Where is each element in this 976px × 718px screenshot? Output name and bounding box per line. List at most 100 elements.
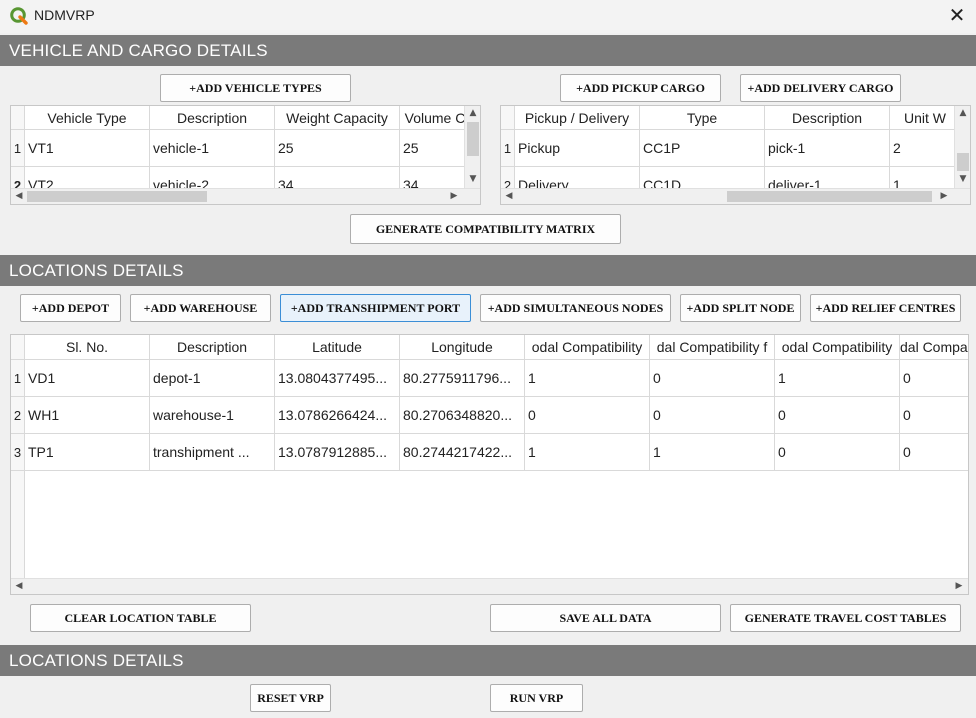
location-table[interactable]: Sl. No. Description Latitude Longitude o… <box>10 334 969 595</box>
scroll-down-icon[interactable]: ▼ <box>956 172 970 186</box>
add-relief-centres-button[interactable]: +ADD RELIEF CENTRES <box>810 294 961 322</box>
table-cell[interactable]: TP1 <box>25 434 150 471</box>
add-simultaneous-nodes-button[interactable]: +ADD SIMULTANEOUS NODES <box>480 294 671 322</box>
table-cell[interactable]: 0 <box>650 397 775 434</box>
section-vehicle-cargo: VEHICLE AND CARGO DETAILS <box>0 35 976 66</box>
add-depot-button[interactable]: +ADD DEPOT <box>20 294 121 322</box>
vertical-scrollbar[interactable]: ▲ ▼ <box>464 106 480 188</box>
scroll-left-icon[interactable]: ◀ <box>12 189 26 203</box>
scroll-thumb[interactable] <box>27 191 207 202</box>
table-cell[interactable]: 80.2775911796... <box>400 360 525 397</box>
table-cell[interactable]: warehouse-1 <box>150 397 275 434</box>
table-cell[interactable]: CC1P <box>640 130 765 167</box>
row-number[interactable]: 2 <box>11 397 25 434</box>
table-cell[interactable]: 1 <box>525 434 650 471</box>
table-cell[interactable]: 1 <box>650 434 775 471</box>
scroll-left-icon[interactable]: ◀ <box>12 579 26 593</box>
table-cell[interactable]: 80.2744217422... <box>400 434 525 471</box>
vertical-scrollbar[interactable]: ▲ ▼ <box>954 106 970 188</box>
add-pickup-cargo-button[interactable]: +ADD PICKUP CARGO <box>560 74 721 102</box>
table-cell[interactable]: pick-1 <box>765 130 890 167</box>
horizontal-scrollbar[interactable]: ◀ ▶ <box>11 188 480 204</box>
column-header[interactable]: odal Compatibility <box>775 335 900 360</box>
column-header[interactable]: Latitude <box>275 335 400 360</box>
column-header[interactable]: Description <box>150 106 275 130</box>
table-cell[interactable]: 13.0786266424... <box>275 397 400 434</box>
table-cell[interactable]: 2 <box>890 130 960 167</box>
table-cell[interactable]: 0 <box>525 397 650 434</box>
column-header[interactable]: Description <box>150 335 275 360</box>
row-number[interactable]: 1 <box>11 130 25 167</box>
run-vrp-button[interactable]: RUN VRP <box>490 684 583 712</box>
column-header[interactable]: Pickup / Delivery <box>515 106 640 130</box>
scroll-left-icon[interactable]: ◀ <box>502 189 516 203</box>
column-header[interactable]: Unit W <box>890 106 960 130</box>
table-cell[interactable]: 0 <box>775 397 900 434</box>
reset-vrp-button[interactable]: RESET VRP <box>250 684 331 712</box>
column-header[interactable]: odal Compatibility <box>525 335 650 360</box>
table-corner <box>11 335 25 360</box>
horizontal-scrollbar[interactable]: ◀ ▶ <box>501 188 970 204</box>
table-cell[interactable]: 80.2706348820... <box>400 397 525 434</box>
scroll-right-icon[interactable]: ▶ <box>937 189 951 203</box>
window-title: NDMVRP <box>34 7 95 23</box>
scroll-right-icon[interactable]: ▶ <box>447 189 461 203</box>
qgis-logo-icon <box>10 7 28 25</box>
section-locations-2: LOCATIONS DETAILS <box>0 645 976 676</box>
table-cell[interactable]: transhipment ... <box>150 434 275 471</box>
scroll-up-icon[interactable]: ▲ <box>956 106 970 120</box>
add-transhipment-port-button[interactable]: +ADD TRANSHIPMENT PORT <box>280 294 471 322</box>
table-cell[interactable]: 0 <box>650 360 775 397</box>
generate-travel-cost-tables-button[interactable]: GENERATE TRAVEL COST TABLES <box>730 604 961 632</box>
cargo-table[interactable]: Pickup / Delivery Type Description Unit … <box>500 105 971 205</box>
row-number[interactable]: 1 <box>501 130 515 167</box>
column-header[interactable]: Vehicle Type <box>25 106 150 130</box>
table-cell[interactable]: 25 <box>400 130 470 167</box>
column-header[interactable]: Description <box>765 106 890 130</box>
add-vehicle-types-button[interactable]: +ADD VEHICLE TYPES <box>160 74 351 102</box>
table-cell[interactable]: VT1 <box>25 130 150 167</box>
table-cell[interactable]: 0 <box>775 434 900 471</box>
clear-location-table-button[interactable]: CLEAR LOCATION TABLE <box>30 604 251 632</box>
title-bar: NDMVRP ✕ <box>0 0 976 33</box>
table-cell[interactable]: 0 <box>900 434 968 471</box>
table-cell[interactable]: vehicle-1 <box>150 130 275 167</box>
table-cell[interactable]: 0 <box>900 360 968 397</box>
row-header-empty <box>11 471 25 578</box>
scroll-thumb[interactable] <box>467 122 479 156</box>
scroll-up-icon[interactable]: ▲ <box>466 106 480 120</box>
row-number[interactable]: 1 <box>11 360 25 397</box>
scroll-thumb[interactable] <box>727 191 932 202</box>
column-header[interactable]: Longitude <box>400 335 525 360</box>
column-header[interactable]: Weight Capacity <box>275 106 400 130</box>
table-cell[interactable]: 13.0787912885... <box>275 434 400 471</box>
scroll-right-icon[interactable]: ▶ <box>952 579 966 593</box>
generate-compatibility-matrix-button[interactable]: GENERATE COMPATIBILITY MATRIX <box>350 214 621 244</box>
save-all-data-button[interactable]: SAVE ALL DATA <box>490 604 721 632</box>
add-split-node-button[interactable]: +ADD SPLIT NODE <box>680 294 801 322</box>
table-cell[interactable]: 1 <box>525 360 650 397</box>
table-cell[interactable]: 25 <box>275 130 400 167</box>
add-warehouse-button[interactable]: +ADD WAREHOUSE <box>130 294 271 322</box>
scroll-thumb[interactable] <box>957 153 969 171</box>
section-locations: LOCATIONS DETAILS <box>0 255 976 286</box>
column-header[interactable]: Volume C <box>400 106 470 130</box>
column-header[interactable]: dal Compa <box>900 335 968 360</box>
add-delivery-cargo-button[interactable]: +ADD DELIVERY CARGO <box>740 74 901 102</box>
table-cell[interactable]: depot-1 <box>150 360 275 397</box>
close-icon[interactable]: ✕ <box>946 5 968 27</box>
scroll-down-icon[interactable]: ▼ <box>466 172 480 186</box>
row-number[interactable]: 3 <box>11 434 25 471</box>
column-header[interactable]: Sl. No. <box>25 335 150 360</box>
horizontal-scrollbar[interactable]: ◀ ▶ <box>11 578 968 594</box>
table-cell[interactable]: 1 <box>775 360 900 397</box>
table-cell[interactable]: VD1 <box>25 360 150 397</box>
table-cell[interactable]: WH1 <box>25 397 150 434</box>
table-corner <box>11 106 25 130</box>
table-cell[interactable]: Pickup <box>515 130 640 167</box>
column-header[interactable]: dal Compatibility f <box>650 335 775 360</box>
table-cell[interactable]: 0 <box>900 397 968 434</box>
table-cell[interactable]: 13.0804377495... <box>275 360 400 397</box>
vehicle-table[interactable]: Vehicle Type Description Weight Capacity… <box>10 105 481 205</box>
column-header[interactable]: Type <box>640 106 765 130</box>
